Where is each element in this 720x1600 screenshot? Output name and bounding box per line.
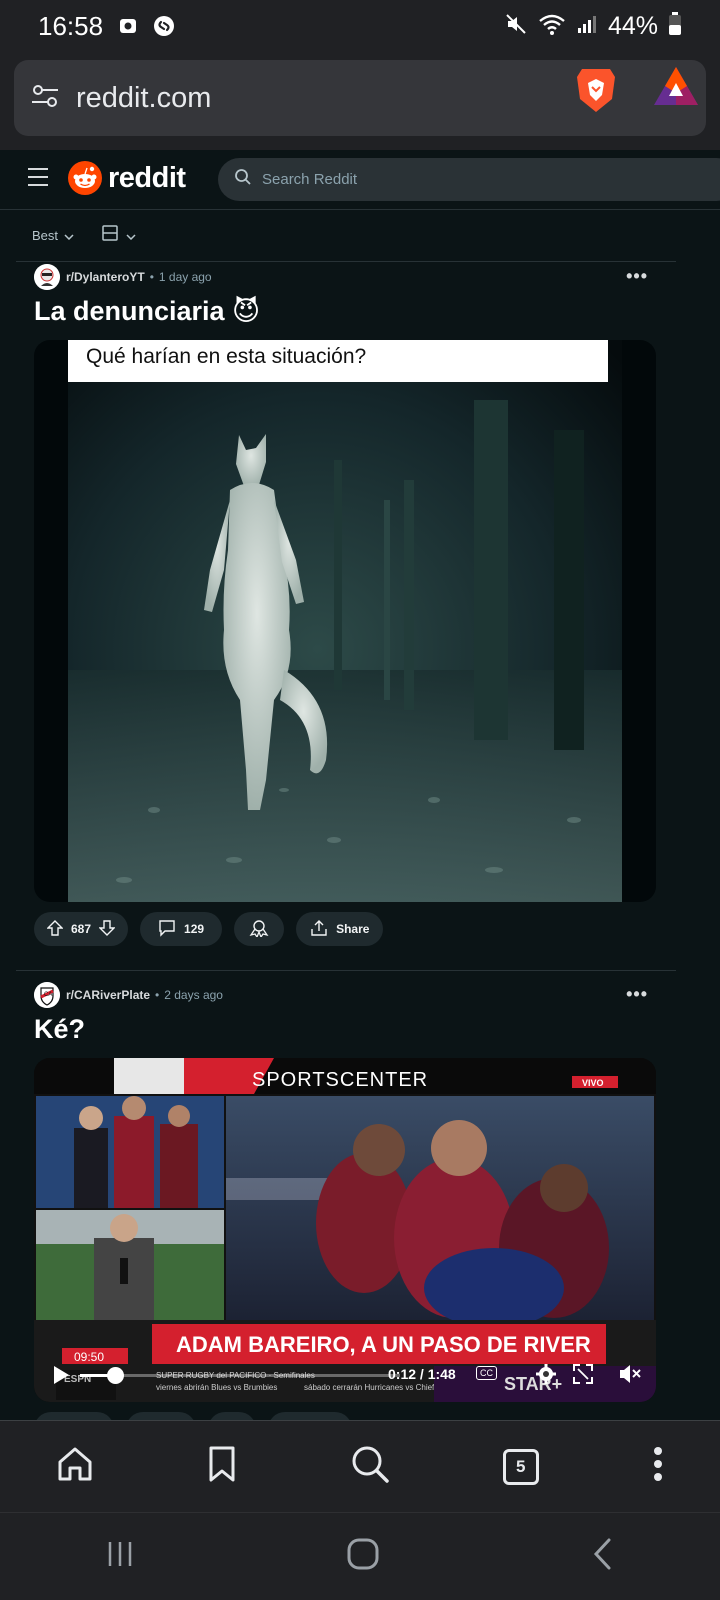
bookmark-icon[interactable]	[207, 1445, 237, 1488]
post-meta: r/DylanteroYT • 1 day ago	[34, 264, 212, 290]
seek-bar[interactable]	[80, 1367, 400, 1384]
subreddit-avatar[interactable]: CA	[34, 982, 60, 1008]
video-time: 0:12 / 1:48	[388, 1366, 456, 1382]
reddit-wordmark: reddit	[108, 161, 186, 194]
comment-count: 129	[184, 922, 205, 936]
screenshot-notification-icon	[117, 15, 139, 37]
night-trail-camera-image: Qué harían en esta situación?	[68, 340, 622, 902]
brave-rewards-icon[interactable]	[652, 65, 700, 114]
recent-apps-icon[interactable]	[105, 1539, 135, 1574]
system-home-icon[interactable]	[346, 1537, 380, 1576]
view-mode-dropdown[interactable]	[102, 225, 136, 246]
status-bar: 16:58 44%	[0, 0, 720, 52]
chevron-down-icon	[64, 228, 74, 243]
site-settings-icon[interactable]	[30, 81, 60, 116]
seek-handle[interactable]	[107, 1367, 125, 1384]
reddit-header: reddit	[0, 150, 720, 210]
share-icon	[310, 919, 328, 940]
live-badge: VIVO	[582, 1078, 604, 1088]
vote-control: 687	[34, 912, 129, 946]
subreddit-avatar[interactable]	[34, 264, 60, 290]
search-box[interactable]	[218, 158, 720, 201]
sportscenter-video-frame: SPORTSCENTER VIVO ADAM BAREIRO, A UN PAS…	[34, 1058, 656, 1402]
post-card[interactable]: r/DylanteroYT • 1 day ago ••• La denunci…	[16, 264, 676, 956]
image-caption: Qué harían en esta situación?	[86, 345, 366, 368]
mute-icon	[504, 12, 528, 41]
post-meta: CA r/CARiverPlate • 2 days ago	[34, 982, 223, 1008]
browser-toolbar: reddit.com	[0, 52, 720, 150]
downvote-icon[interactable]	[98, 919, 116, 939]
reddit-snoo-icon	[68, 161, 102, 195]
fullscreen-icon[interactable]	[572, 1363, 594, 1390]
video-headline: ADAM BAREIRO, A UN PASO DE RIVER	[176, 1332, 591, 1357]
brave-shields-icon[interactable]	[574, 65, 618, 120]
chevron-down-icon	[126, 227, 136, 245]
comment-icon	[158, 919, 176, 940]
award-button[interactable]	[234, 912, 285, 946]
muted-volume-icon[interactable]	[618, 1363, 642, 1390]
video-controls: 0:12 / 1:48 CC	[48, 1360, 648, 1390]
award-icon	[248, 919, 270, 940]
status-time: 16:58	[38, 10, 104, 41]
shazam-notification-icon	[153, 15, 175, 37]
captions-button[interactable]: CC	[476, 1366, 497, 1380]
post-divider	[16, 970, 676, 971]
share-button[interactable]: Share	[296, 912, 384, 946]
search-icon[interactable]	[350, 1444, 390, 1489]
upvote-icon[interactable]	[46, 919, 64, 939]
search-input[interactable]	[262, 171, 662, 188]
subreddit-name[interactable]: r/DylanteroYT	[66, 270, 145, 284]
subreddit-name[interactable]: r/CARiverPlate	[66, 988, 150, 1002]
post-title[interactable]: Ké?	[34, 1014, 85, 1045]
tab-switcher-button[interactable]: 5	[502, 1448, 539, 1485]
svg-text:CA: CA	[44, 992, 52, 998]
system-navigation-bar	[0, 1512, 720, 1600]
home-icon[interactable]	[56, 1445, 94, 1488]
search-icon	[234, 168, 252, 191]
post-title[interactable]: La denunciaria 😈	[34, 296, 260, 327]
post-image[interactable]: Qué harían en esta situación?	[34, 340, 656, 902]
more-menu-icon[interactable]	[652, 1446, 664, 1487]
settings-gear-icon[interactable]	[534, 1362, 558, 1391]
url-text[interactable]: reddit.com	[76, 82, 211, 115]
sort-dropdown[interactable]: Best	[32, 228, 74, 243]
post-age: 1 day ago	[158, 270, 212, 284]
battery-percentage: 44%	[607, 11, 658, 40]
more-options-icon[interactable]: •••	[626, 984, 648, 1005]
battery-icon	[668, 11, 682, 41]
channel-label: SPORTSCENTER	[252, 1069, 428, 1091]
vote-count: 687	[71, 922, 92, 936]
comments-button[interactable]: 129	[140, 912, 223, 946]
sort-label: Best	[32, 228, 59, 243]
reddit-logo[interactable]: reddit	[68, 161, 186, 195]
signal-icon	[576, 13, 598, 40]
more-options-icon[interactable]: •••	[626, 266, 648, 287]
wifi-icon	[538, 12, 566, 41]
post-age: 2 days ago	[164, 988, 223, 1002]
menu-icon[interactable]	[28, 168, 48, 192]
back-icon[interactable]	[591, 1537, 615, 1576]
share-label: Share	[336, 922, 370, 936]
feed-sort-bar: Best	[16, 210, 676, 262]
post-actions: 687 129 Share	[34, 912, 384, 946]
card-view-icon	[102, 225, 118, 246]
browser-bottom-toolbar: 5	[0, 1420, 720, 1512]
post-card[interactable]: CA r/CARiverPlate • 2 days ago ••• Ké? S…	[16, 982, 676, 1412]
play-icon[interactable]	[52, 1365, 70, 1390]
video-player[interactable]: SPORTSCENTER VIVO ADAM BAREIRO, A UN PAS…	[34, 1058, 656, 1402]
